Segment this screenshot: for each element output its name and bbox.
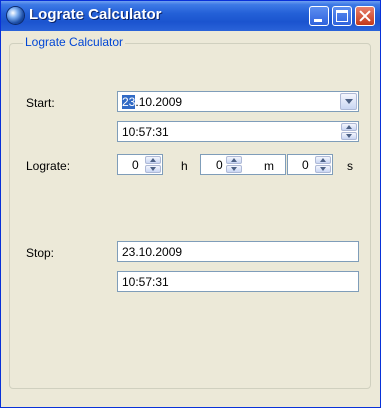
title-bar[interactable]: Lograte Calculator [1, 1, 380, 31]
window-title: Lograte Calculator [29, 6, 162, 23]
close-button[interactable] [355, 6, 375, 26]
lograte-label: Lograte: [26, 159, 71, 173]
arrow-down-icon [231, 167, 237, 171]
group-legend: Lograte Calculator [23, 35, 126, 49]
minutes-value: 0 [216, 158, 223, 172]
arrow-down-icon [346, 134, 352, 138]
start-time-spinner[interactable] [341, 123, 357, 140]
maximize-icon [336, 10, 348, 22]
hours-spin-up[interactable] [145, 156, 161, 164]
seconds-unit-label: s [347, 159, 353, 173]
hours-stepper[interactable]: 0 [117, 154, 163, 175]
maximize-button[interactable] [332, 6, 352, 26]
stop-label: Stop: [26, 246, 55, 260]
close-icon [356, 7, 374, 25]
app-globe-icon[interactable] [7, 7, 24, 24]
stop-time-field[interactable]: 10:57:31 [117, 271, 359, 292]
seconds-spin-up[interactable] [315, 156, 331, 164]
start-date-selected-part: 23 [122, 95, 136, 109]
minutes-spin-up[interactable] [226, 156, 242, 164]
stop-time-value: 10:57:31 [122, 275, 169, 289]
hours-value: 0 [132, 158, 139, 172]
minutes-unit-label: m [264, 159, 274, 173]
start-date-dropdown-button[interactable] [340, 93, 357, 110]
hours-spinner[interactable] [145, 156, 161, 173]
stop-date-field[interactable]: 23.10.2009 [117, 241, 359, 262]
start-time-field[interactable]: 10:57:31 [117, 121, 359, 142]
start-date-value: 23.10.2009 [122, 95, 182, 109]
seconds-value: 0 [302, 158, 309, 172]
arrow-up-icon [346, 125, 352, 129]
start-time-spin-up[interactable] [341, 123, 357, 131]
hours-unit-label: h [181, 159, 188, 173]
start-time-spin-down[interactable] [341, 132, 357, 140]
arrow-down-icon [320, 167, 326, 171]
minimize-icon [314, 19, 322, 22]
arrow-up-icon [150, 158, 156, 162]
stop-date-value: 23.10.2009 [122, 245, 183, 259]
seconds-spinner[interactable] [315, 156, 331, 173]
chevron-down-icon [345, 99, 353, 104]
arrow-up-icon [320, 158, 326, 162]
hours-spin-down[interactable] [145, 165, 161, 173]
seconds-spin-down[interactable] [315, 165, 331, 173]
start-time-value: 10:57:31 [122, 125, 169, 139]
minimize-button[interactable] [309, 6, 329, 26]
start-date-picker[interactable]: 23.10.2009 [117, 91, 359, 112]
start-label: Start: [26, 96, 55, 110]
start-date-rest: .10.2009 [135, 95, 183, 109]
minutes-spinner[interactable] [226, 156, 242, 173]
seconds-stepper[interactable]: 0 [287, 154, 333, 175]
arrow-down-icon [150, 167, 156, 171]
arrow-up-icon [231, 158, 237, 162]
minutes-spin-down[interactable] [226, 165, 242, 173]
app-window: Lograte Calculator Lograte Calculator St… [0, 0, 381, 408]
